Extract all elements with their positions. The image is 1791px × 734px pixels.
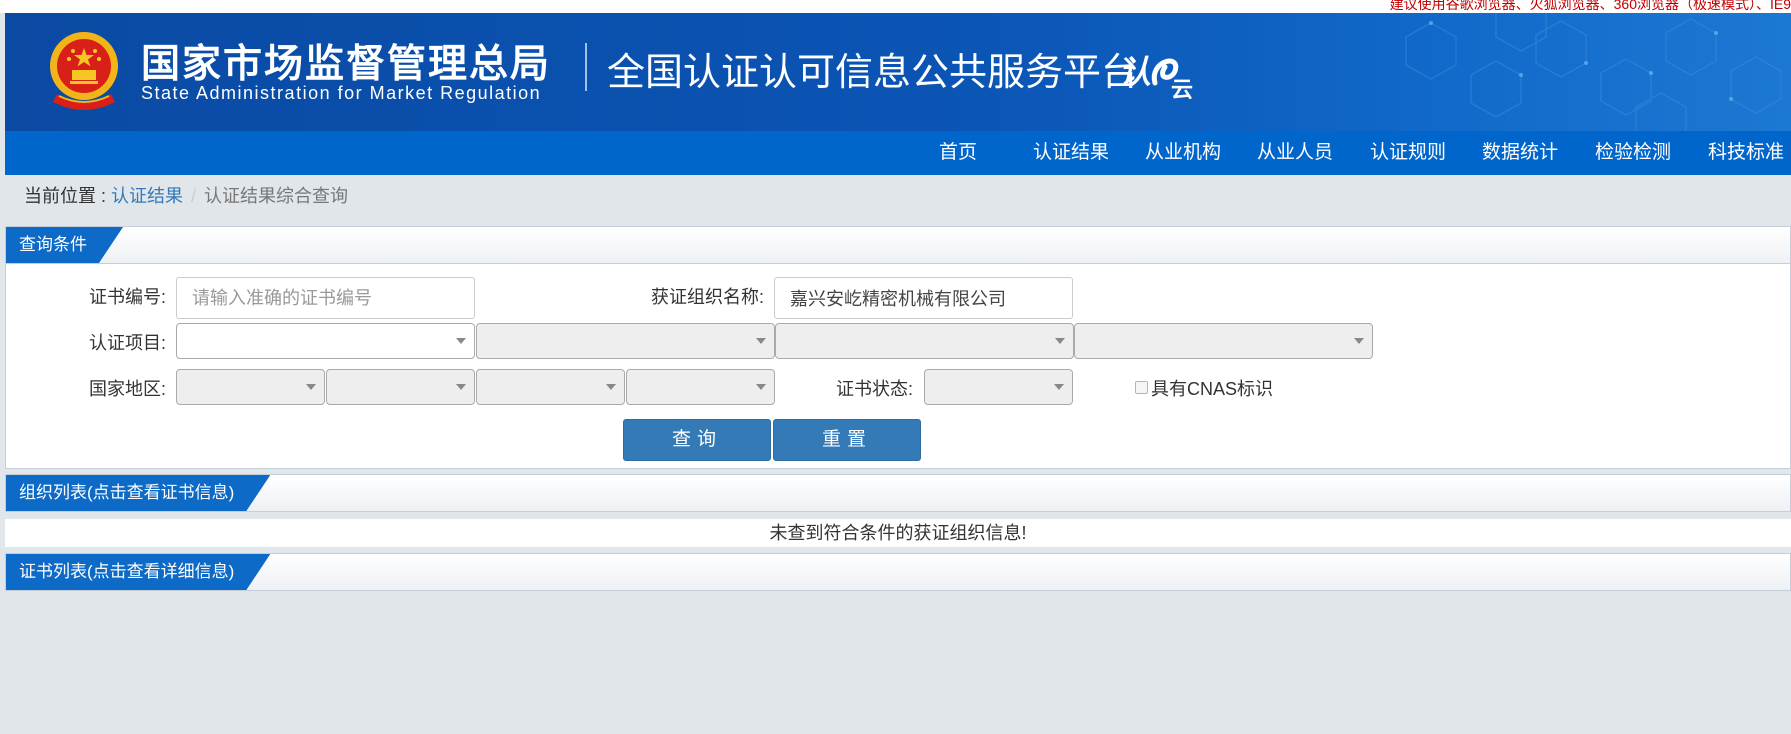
project-select-1[interactable] (176, 323, 475, 359)
top-notice-strip: 建议使用谷歌浏览器、火狐浏览器、360浏览器（极速模式）、IE9 (0, 0, 1791, 13)
chevron-down-icon (606, 384, 616, 390)
browser-notice: 建议使用谷歌浏览器、火狐浏览器、360浏览器（极速模式）、IE9 (1389, 0, 1791, 12)
chevron-down-icon (1354, 338, 1364, 344)
nav-item-personnel[interactable]: 从业人员 (1257, 131, 1333, 175)
org-name-en: State Administration for Market Regulati… (141, 83, 542, 103)
nav-item-rules[interactable]: 认证规则 (1370, 131, 1446, 175)
breadcrumb-current: 认证结果综合查询 (204, 186, 349, 206)
cert-no-input[interactable] (176, 277, 475, 319)
org-list-title: 组织列表(点击查看证书信息) (6, 475, 270, 511)
chevron-down-icon (456, 338, 466, 344)
org-name-label: 获证组织名称: (651, 287, 765, 307)
org-name-cn: 国家市场监督管理总局 (141, 43, 552, 86)
hexagon-pattern-icon (1405, 13, 1782, 131)
org-list-empty-message: 未查到符合条件的获证组织信息! (5, 519, 1791, 547)
cnas-checkbox[interactable] (1135, 381, 1148, 394)
header-divider (585, 43, 587, 91)
renzheng-cloud-logo: 认 云 (1119, 53, 1193, 99)
nav-item-cert-results[interactable]: 认证结果 (1033, 131, 1109, 175)
nav-item-home[interactable]: 首页 (939, 131, 977, 175)
status-label: 证书状态: (836, 379, 914, 399)
cnas-label: 具有CNAS标识 (1151, 379, 1274, 399)
project-select-3[interactable] (775, 323, 1074, 359)
region-select-4[interactable] (626, 369, 775, 405)
project-label: 认证项目: (89, 333, 167, 353)
cert-no-label: 证书编号: (89, 287, 167, 307)
search-button[interactable]: 查询 (623, 419, 771, 461)
chevron-down-icon (756, 384, 766, 390)
nav-item-inspection[interactable]: 检验检测 (1595, 131, 1671, 175)
chevron-down-icon (756, 338, 766, 344)
region-label: 国家地区: (89, 379, 167, 399)
breadcrumb: 当前位置 : 认证结果 / 认证结果综合查询 (24, 184, 348, 208)
main-nav: 首页 认证结果 从业机构 从业人员 认证规则 数据统计 检验检测 科技标准 (5, 131, 1791, 175)
cert-list-title: 证书列表(点击查看详细信息) (6, 554, 270, 590)
cert-list-panel: 证书列表(点击查看详细信息) (5, 553, 1791, 591)
query-panel-header: 查询条件 (6, 227, 1790, 264)
query-panel: 查询条件 证书编号: 获证组织名称: 认证项目: 国家地区: 证书状态: 具有C… (5, 226, 1791, 469)
national-emblem-icon (50, 32, 118, 110)
chevron-down-icon (1055, 338, 1065, 344)
cert-list-header: 证书列表(点击查看详细信息) (6, 554, 1790, 591)
nav-item-standards[interactable]: 科技标准 (1708, 131, 1784, 175)
reset-button[interactable]: 重置 (773, 419, 921, 461)
query-panel-title: 查询条件 (6, 227, 123, 263)
org-list-header: 组织列表(点击查看证书信息) (6, 475, 1790, 512)
svg-text:云: 云 (1171, 78, 1193, 99)
nav-item-statistics[interactable]: 数据统计 (1482, 131, 1558, 175)
org-list-panel: 组织列表(点击查看证书信息) (5, 474, 1791, 512)
org-name-input[interactable] (774, 277, 1073, 319)
header-banner: 国家市场监督管理总局 State Administration for Mark… (5, 13, 1791, 131)
chevron-down-icon (456, 384, 466, 390)
project-select-2[interactable] (476, 323, 775, 359)
breadcrumb-separator: / (191, 186, 197, 206)
breadcrumb-link-cert-results[interactable]: 认证结果 (111, 186, 183, 206)
status-select[interactable] (924, 369, 1073, 405)
nav-item-institutions[interactable]: 从业机构 (1145, 131, 1221, 175)
chevron-down-icon (1054, 384, 1064, 390)
breadcrumb-prefix: 当前位置 : (24, 186, 112, 206)
svg-text:认: 认 (1119, 53, 1151, 91)
region-select-1[interactable] (176, 369, 325, 405)
platform-title: 全国认证认可信息公共服务平台 (607, 52, 1140, 94)
project-select-4[interactable] (1074, 323, 1373, 359)
region-select-2[interactable] (326, 369, 475, 405)
chevron-down-icon (306, 384, 316, 390)
region-select-3[interactable] (476, 369, 625, 405)
